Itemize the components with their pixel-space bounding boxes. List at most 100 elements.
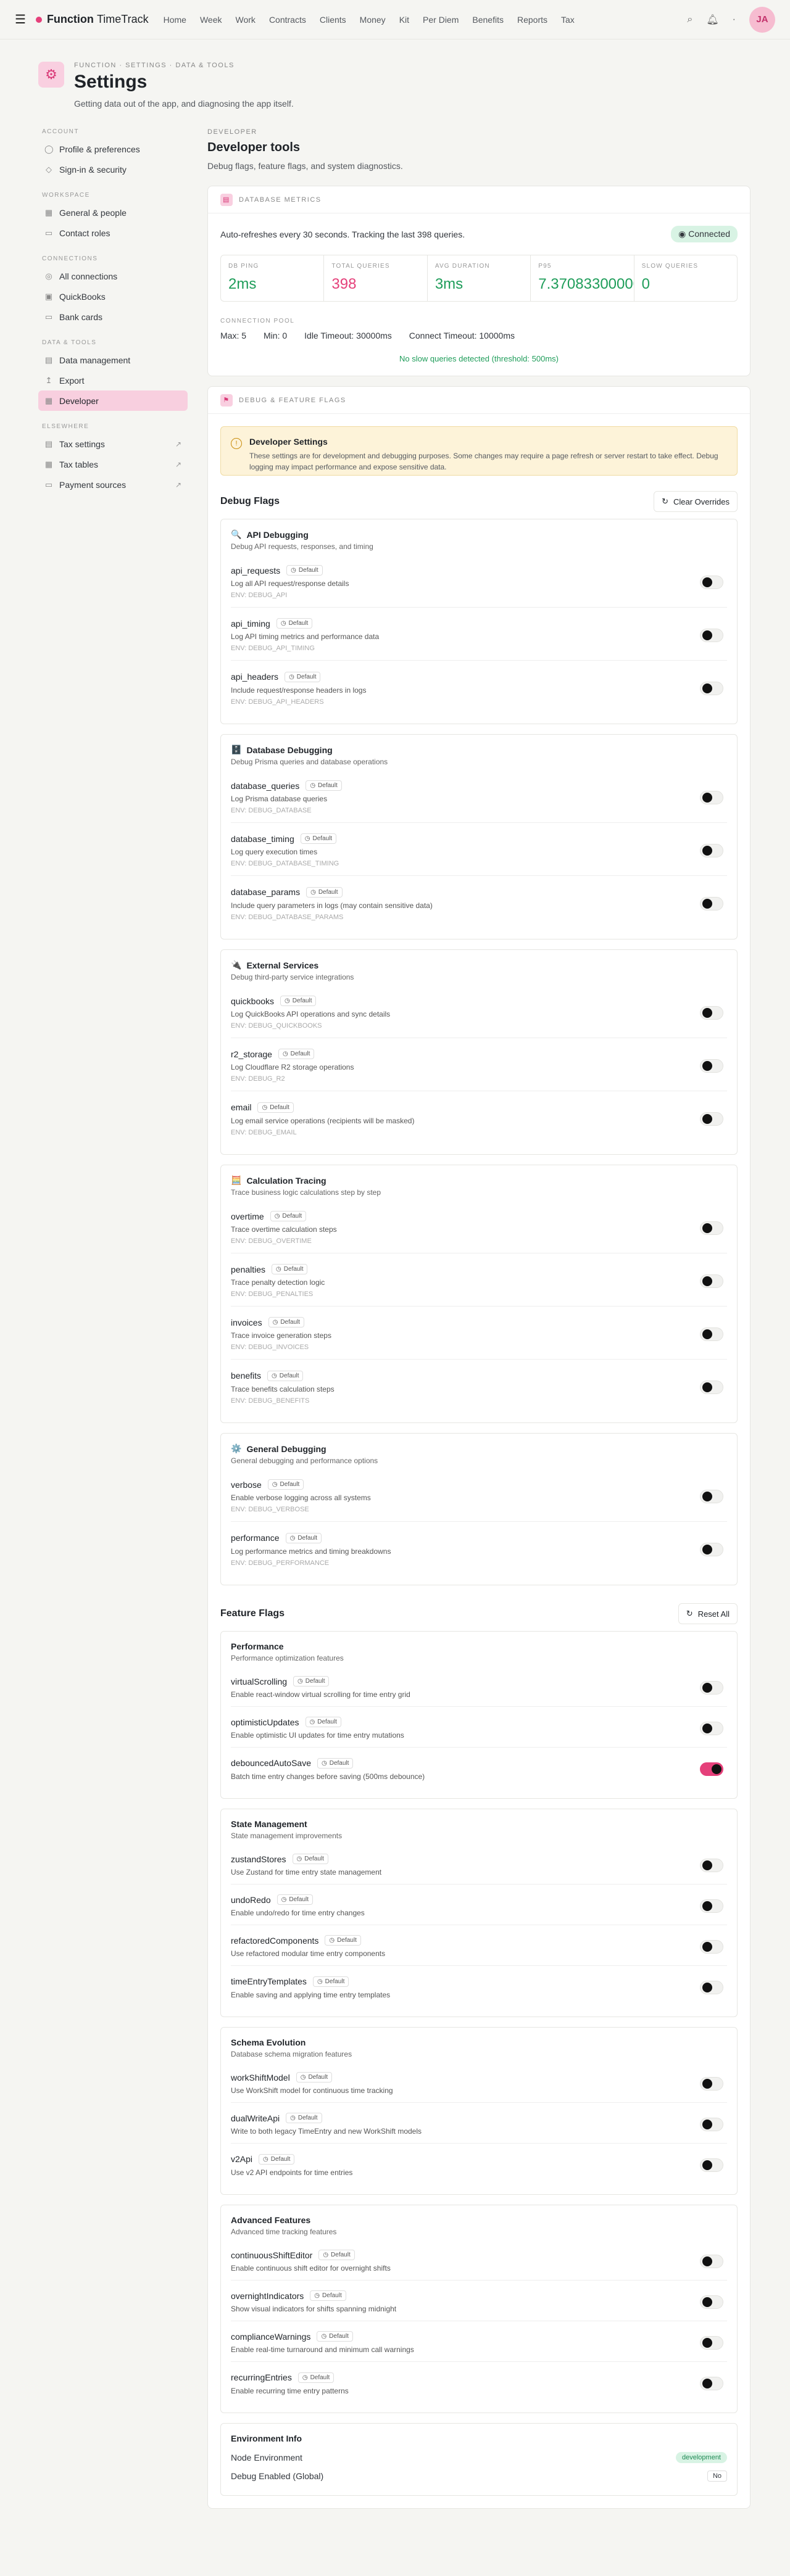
feature-toggle[interactable] bbox=[700, 2335, 723, 2350]
sidebar-item-developer[interactable]: ▦ Developer bbox=[38, 390, 188, 411]
flag-name-text: v2Api bbox=[231, 2154, 253, 2164]
feature-toggle[interactable] bbox=[700, 1721, 723, 1735]
flag-toggle[interactable] bbox=[700, 1221, 723, 1235]
badge-label: Default bbox=[304, 1856, 324, 1862]
clock-icon: ◷ bbox=[285, 997, 290, 1004]
clock-icon: ◷ bbox=[329, 1937, 335, 1944]
sidebar-item-profile-preferences[interactable]: ◯ Profile & preferences bbox=[38, 139, 188, 159]
nav-item-money[interactable]: Money bbox=[360, 15, 386, 25]
brand[interactable]: Function TimeTrack bbox=[47, 13, 149, 26]
flag-toggle[interactable] bbox=[700, 790, 723, 804]
feature-toggle[interactable] bbox=[700, 2254, 723, 2268]
flag-toggle[interactable] bbox=[700, 1112, 723, 1126]
clock-icon: ◷ bbox=[322, 1759, 327, 1767]
flag-toggle[interactable] bbox=[700, 843, 723, 857]
nav-item-tax[interactable]: Tax bbox=[561, 15, 575, 25]
nav-item-home[interactable]: Home bbox=[164, 15, 186, 25]
feature-toggle[interactable] bbox=[700, 1899, 723, 1913]
flag-description: Include request/response headers in logs bbox=[231, 685, 367, 695]
nav-item-benefits[interactable]: Benefits bbox=[472, 15, 504, 25]
sidebar-item-sign-in-security[interactable]: ◇ Sign-in & security bbox=[38, 159, 188, 180]
sidebar-item-export[interactable]: ↥ Export bbox=[38, 370, 188, 390]
flag-info: continuousShiftEditor ◷ Default Enable cont… bbox=[231, 2250, 391, 2273]
metrics-row: DB PING 2ms TOTAL QUERIES 398 AVG DURATION 3m… bbox=[220, 255, 738, 302]
menu-icon[interactable]: ☰ bbox=[15, 12, 26, 27]
flag-name: timeEntryTemplates ◷ Default bbox=[231, 1976, 390, 1987]
feature-toggle[interactable] bbox=[700, 2295, 723, 2309]
sidebar-item-contact-roles[interactable]: ▭ Contact roles bbox=[38, 223, 188, 243]
clock-icon: ◷ bbox=[290, 2115, 296, 2121]
flag-name-text: api_timing bbox=[231, 618, 270, 629]
nav-item-contracts[interactable]: Contracts bbox=[269, 15, 306, 25]
search-icon[interactable]: ⌕ bbox=[687, 14, 692, 25]
flag-env: ENV: DEBUG_OVERTIME bbox=[231, 1237, 312, 1245]
flag-name: debouncedAutoSave ◷ Default bbox=[231, 1757, 425, 1769]
flag-name: r2_storage ◷ Default bbox=[231, 1049, 354, 1059]
feature-toggle[interactable] bbox=[700, 2158, 723, 2172]
sidebar-item-bank-cards[interactable]: ▭ Bank cards bbox=[38, 307, 188, 327]
feature-toggle[interactable] bbox=[700, 1762, 723, 1776]
nav-item-per-diem[interactable]: Per Diem bbox=[423, 15, 459, 25]
nav-item-work[interactable]: Work bbox=[236, 15, 256, 25]
feature-toggle[interactable] bbox=[700, 1939, 723, 1954]
debug-group: ⚙️ General Debugging General debugging and… bbox=[220, 1433, 738, 1585]
flag-toggle[interactable] bbox=[700, 1381, 723, 1394]
sidebar-item-tax-tables[interactable]: ▦ Tax tables ↗ bbox=[38, 454, 188, 474]
flag-env: ENV: DEBUG_DATABASE_PARAMS bbox=[231, 913, 344, 921]
sidebar-item-payment-sources[interactable]: ▭ Payment sources ↗ bbox=[38, 474, 188, 495]
flag-info: email ◷ Default Log email service operation… bbox=[231, 1102, 414, 1136]
flag-toggle[interactable] bbox=[700, 1543, 723, 1556]
default-badge: ◷ Default bbox=[259, 2153, 295, 2165]
flag-row: api_headers ◷ Default Include request/respo… bbox=[231, 668, 727, 714]
flag-name-text: overnightIndicators bbox=[231, 2290, 304, 2301]
avatar[interactable]: JA bbox=[749, 6, 775, 33]
flag-toggle[interactable] bbox=[700, 897, 723, 910]
feature-toggle[interactable] bbox=[700, 1981, 723, 1994]
sidebar-item-general-people[interactable]: ▦ General & people bbox=[38, 202, 188, 223]
flag-toggle[interactable] bbox=[700, 1327, 723, 1341]
pool-value: Idle Timeout: 30000ms bbox=[304, 331, 392, 341]
flag-toggle[interactable] bbox=[700, 1059, 723, 1073]
sidebar-item-quickbooks[interactable]: ▣ QuickBooks bbox=[38, 286, 188, 307]
bell-icon[interactable]: 🔔︎ bbox=[706, 14, 718, 26]
feature-toggle[interactable] bbox=[700, 2076, 723, 2091]
flag-name-text: virtualScrolling bbox=[231, 1676, 288, 1686]
flag-name-text: database_queries bbox=[231, 780, 300, 791]
flag-toggle[interactable] bbox=[700, 575, 723, 589]
flag-description: Enable real-time turnaround and minimum … bbox=[231, 2345, 414, 2354]
default-badge: ◷ Default bbox=[268, 1317, 305, 1327]
reset-all-button[interactable]: ↻ Reset All bbox=[678, 1603, 738, 1624]
sidebar-item-all-connections[interactable]: ◎ All connections bbox=[38, 266, 188, 286]
debug-group: 🔍 API Debugging Debug API requests, respon… bbox=[220, 519, 738, 724]
nav-item-clients[interactable]: Clients bbox=[320, 15, 346, 25]
plug-icon: ◎ bbox=[45, 271, 52, 281]
badge-label: Default bbox=[279, 1372, 299, 1379]
group-description: Advanced time tracking features bbox=[231, 2227, 337, 2236]
flag-toggle[interactable] bbox=[700, 682, 723, 695]
default-badge: ◷ Default bbox=[305, 1717, 341, 1727]
clock-icon: ◷ bbox=[317, 1978, 323, 1985]
nav-item-reports[interactable]: Reports bbox=[517, 15, 547, 25]
feature-toggle[interactable] bbox=[700, 1858, 723, 1872]
clock-icon: ◷ bbox=[302, 2374, 308, 2381]
nav-item-week[interactable]: Week bbox=[200, 15, 222, 25]
flag-toggle[interactable] bbox=[700, 1005, 723, 1020]
badge-label: Default bbox=[329, 2333, 349, 2340]
flag-toggle[interactable] bbox=[700, 1489, 723, 1503]
flag-name: v2Api ◷ Default bbox=[231, 2153, 352, 2165]
feature-toggle[interactable] bbox=[700, 1680, 723, 1695]
sidebar-item-tax-settings[interactable]: ▤ Tax settings ↗ bbox=[38, 434, 188, 454]
sidebar-group-label: Account bbox=[42, 128, 79, 135]
clock-icon: ◷ bbox=[304, 835, 310, 842]
flag-toggle[interactable] bbox=[700, 628, 723, 642]
sidebar-item-data-management[interactable]: ▤ Data management bbox=[38, 350, 188, 370]
flag-description: Log Prisma database queries bbox=[231, 795, 328, 803]
clear-overrides-button[interactable]: ↻ Clear Overrides bbox=[654, 491, 738, 512]
feature-toggle[interactable] bbox=[700, 2117, 723, 2131]
flag-toggle[interactable] bbox=[700, 1274, 723, 1288]
more-icon[interactable]: · bbox=[733, 14, 736, 25]
clock-icon: ◷ bbox=[272, 1481, 278, 1488]
nav-item-kit[interactable]: Kit bbox=[399, 15, 409, 25]
feature-flag-row: overnightIndicators ◷ Default Show visual i… bbox=[231, 2288, 727, 2321]
feature-toggle[interactable] bbox=[700, 2377, 723, 2390]
